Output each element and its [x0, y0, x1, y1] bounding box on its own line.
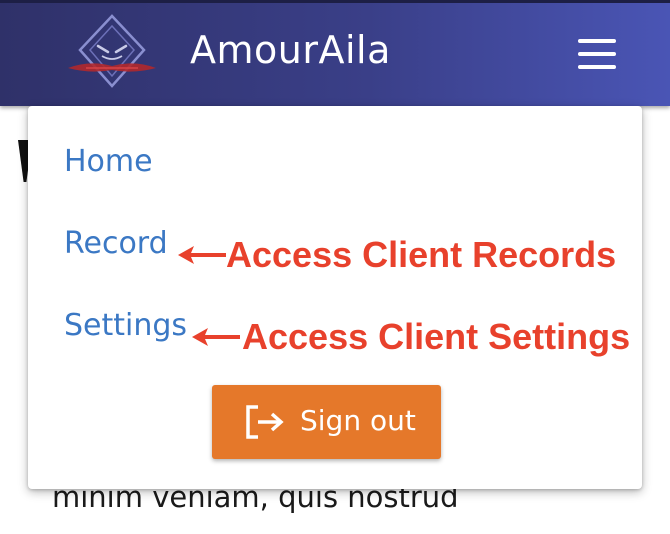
annotation-settings: Access Client Settings — [242, 316, 631, 357]
nav-link-home[interactable]: Home — [64, 144, 153, 179]
diamond-mask-logo-icon[interactable] — [62, 10, 162, 96]
annotation-arrow-left-icon — [178, 246, 226, 264]
nav-link-settings[interactable]: Settings — [64, 308, 187, 343]
app-bar-top-edge — [0, 0, 670, 3]
annotation-arrow-left-icon — [192, 328, 240, 346]
top-app-bar: AmourAila — [0, 0, 670, 106]
app-title: AmourAila — [190, 28, 391, 72]
sign-out-label: Sign out — [300, 404, 416, 437]
app-page: minim veniam, quis nostrud AmourAila Hom… — [0, 0, 670, 534]
hamburger-menu-button[interactable] — [572, 33, 622, 77]
sign-out-icon — [244, 404, 286, 440]
hamburger-menu-icon — [578, 39, 616, 43]
navigation-dropdown: Home Record Settings Sign out — [28, 106, 642, 489]
nav-link-record[interactable]: Record — [64, 226, 168, 261]
hamburger-menu-icon-bar — [578, 52, 616, 56]
annotation-record: Access Client Records — [226, 234, 617, 275]
hamburger-menu-icon-bar — [578, 65, 616, 69]
sign-out-button[interactable]: Sign out — [212, 385, 441, 459]
